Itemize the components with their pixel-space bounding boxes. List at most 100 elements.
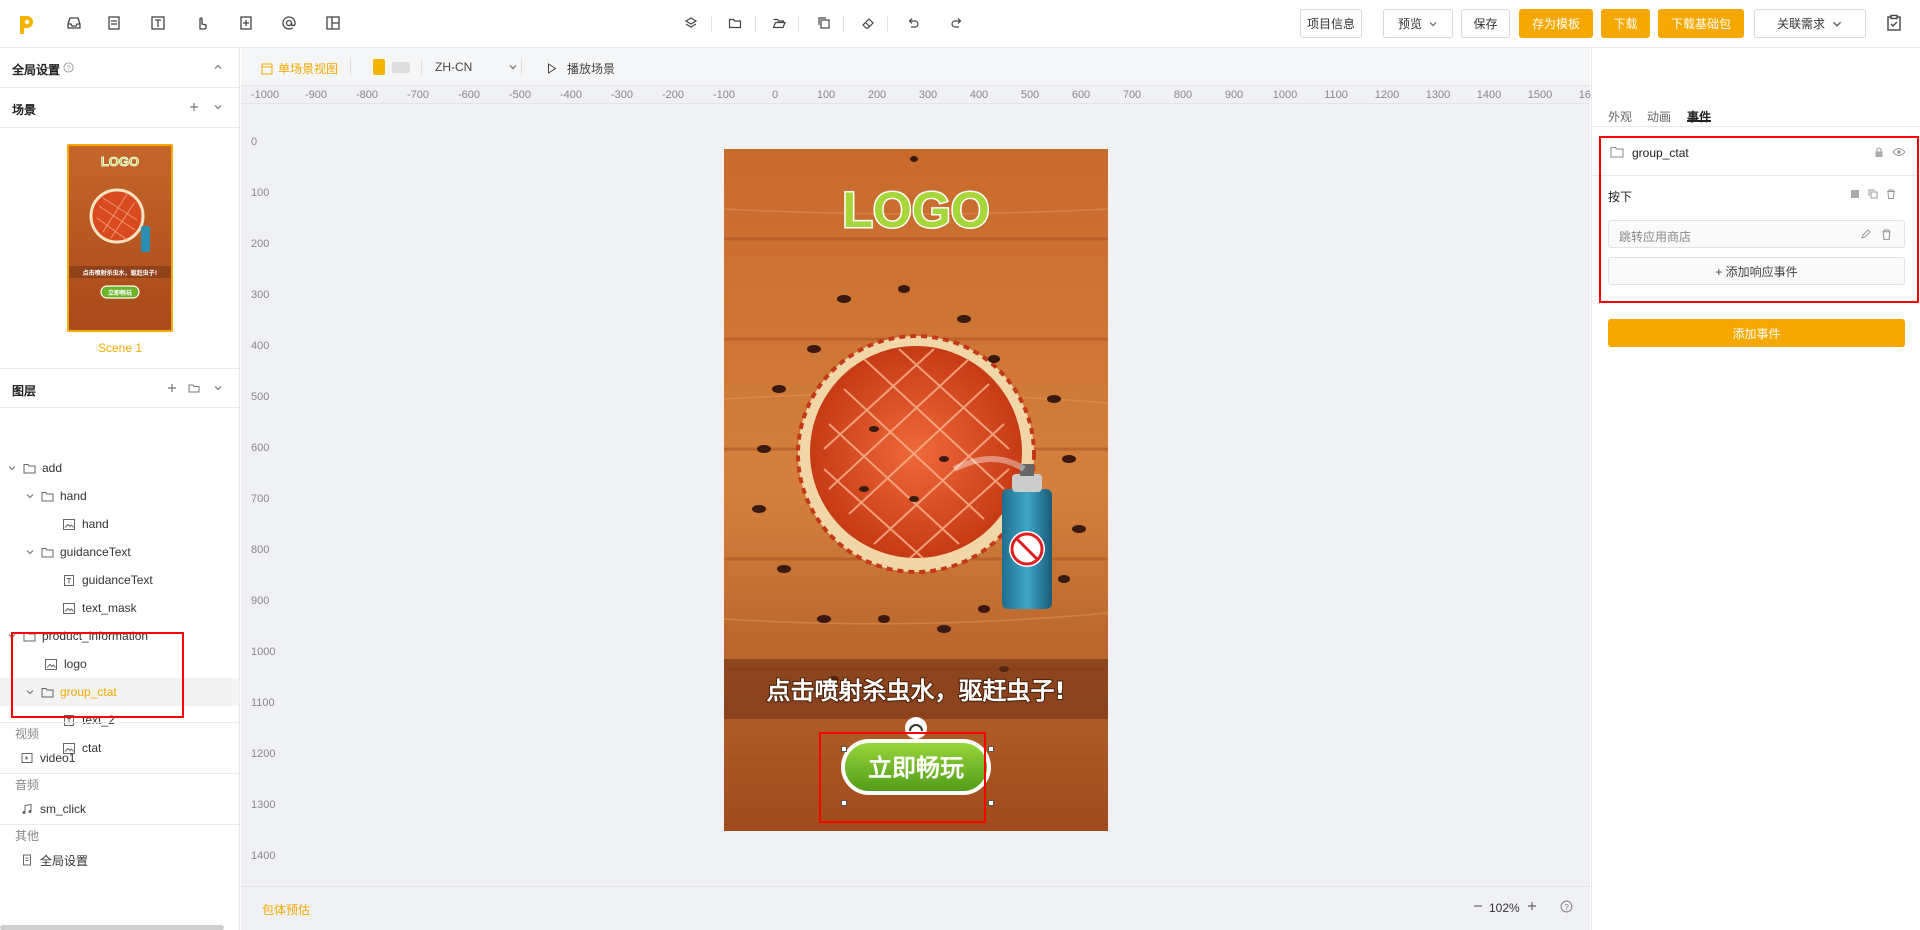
resize-handle[interactable] [988, 800, 994, 806]
color-swatch-primary[interactable] [373, 59, 385, 75]
chevron-down-icon[interactable] [24, 490, 36, 502]
global-settings-item[interactable]: 全局设置 [0, 846, 239, 874]
layer-item-label: hand [60, 489, 87, 503]
preview-dropdown[interactable]: 预览 [1383, 9, 1453, 38]
chevron-down-icon[interactable] [211, 100, 225, 114]
scenes-header: 场景 [0, 88, 239, 128]
ruler-tick-label: 100 [816, 89, 836, 101]
top-toolbar: 项目信息 预览 保存 存为模板 下载 下载基础包 关联需求 [0, 0, 1920, 48]
image-icon [62, 601, 76, 615]
save-button[interactable]: 保存 [1461, 9, 1510, 38]
layer-item[interactable]: hand [0, 510, 239, 538]
scene-thumbnail[interactable]: LOGO 点击喷射杀虫水，驱赶虫子! 立即畅玩 [67, 144, 173, 332]
ad-preview-canvas[interactable]: LOGO 点击喷射杀虫水，驱赶虫子! 立即畅玩 [724, 149, 1108, 831]
ruler-tick-label: 1400 [251, 850, 276, 862]
canvas-status-bar: 包体预估 102% ? [241, 886, 1590, 930]
eraser-icon[interactable] [859, 14, 877, 32]
zoom-out-icon[interactable] [1470, 898, 1486, 914]
preview-label: 预览 [1397, 17, 1422, 31]
add-layer-icon[interactable] [165, 381, 179, 395]
tab-events[interactable]: 事件 [1687, 108, 1711, 125]
folder-open-icon[interactable] [770, 14, 788, 32]
color-swatch-secondary[interactable] [392, 62, 410, 73]
layers-header: 图层 [0, 368, 239, 408]
save-as-template-label: 存为模板 [1531, 17, 1580, 31]
folder-icon [22, 461, 36, 475]
checklist-icon[interactable] [1883, 12, 1905, 34]
play-scene-button[interactable]: 播放场景 [547, 60, 615, 77]
ruler-tick-label: 1200 [251, 748, 276, 760]
layers-title: 图层 [12, 384, 37, 398]
layer-item[interactable]: guidanceText [0, 538, 239, 566]
resize-handle[interactable] [988, 746, 994, 752]
download-label: 下载 [1613, 17, 1638, 31]
related-requirements-dropdown[interactable]: 关联需求 [1754, 9, 1866, 38]
ruler-tick-label: 200 [251, 238, 270, 250]
copy-icon[interactable] [815, 14, 833, 32]
add-event-button[interactable]: 添加事件 [1608, 319, 1905, 347]
download-base-package-button[interactable]: 下载基础包 [1658, 9, 1744, 38]
toolbar-divider [798, 16, 799, 32]
audio-item[interactable]: sm_click [0, 795, 239, 823]
chevron-down-icon[interactable] [6, 462, 18, 474]
chevron-up-icon[interactable] [211, 60, 225, 74]
divider [521, 59, 522, 75]
horizontal-ruler: -1000 -900 -800 -700 -600 -500 -400 -300 -200 -10… [241, 86, 1603, 104]
audio-item-label: sm_click [40, 802, 87, 816]
package-estimate-link[interactable]: 包体预估 [262, 901, 310, 918]
at-icon[interactable] [279, 13, 299, 33]
ruler-tick-label: 1300 [1425, 89, 1451, 101]
new-folder-icon[interactable] [187, 381, 201, 395]
ruler-tick-label: 1100 [251, 697, 275, 709]
chevron-down-icon [509, 65, 517, 70]
touch-icon[interactable] [192, 13, 212, 33]
form-icon[interactable] [104, 13, 124, 33]
app-logo-icon[interactable] [17, 12, 37, 36]
help-icon[interactable]: ? [61, 60, 75, 74]
scene-name-label[interactable]: Scene 1 [0, 341, 239, 355]
single-scene-view-toggle[interactable]: 单场景视图 [261, 60, 338, 77]
save-as-template-button[interactable]: 存为模板 [1519, 9, 1593, 38]
layer-item[interactable]: add [0, 454, 239, 482]
folder-icon [40, 489, 54, 503]
inbox-icon[interactable] [64, 13, 84, 33]
scenes-title: 场景 [12, 103, 37, 117]
toolbar-divider [887, 16, 888, 32]
divider [421, 59, 422, 75]
layers-icon[interactable] [682, 14, 700, 32]
chevron-down-icon[interactable] [211, 381, 225, 395]
download-button[interactable]: 下载 [1601, 9, 1650, 38]
folder-icon[interactable] [726, 14, 744, 32]
ruler-tick-label: -1000 [250, 89, 280, 101]
chevron-down-icon[interactable] [24, 546, 36, 558]
video-item[interactable]: video1 [0, 744, 239, 772]
ruler-tick-label: 400 [251, 340, 270, 352]
add-file-icon[interactable] [236, 13, 256, 33]
layer-item[interactable]: text_mask [0, 594, 239, 622]
horizontal-scrollbar[interactable] [0, 925, 224, 930]
add-scene-icon[interactable] [187, 100, 201, 114]
save-label: 保存 [1473, 17, 1498, 31]
ruler-tick-label: 200 [867, 89, 887, 101]
ruler-tick-label: 0 [251, 136, 258, 148]
ad-slogan-text: 点击喷射杀虫水，驱赶虫子! [767, 677, 1066, 705]
add-event-label: 添加事件 [1732, 326, 1781, 341]
layer-item[interactable]: guidanceText [0, 566, 239, 594]
undo-icon[interactable] [904, 14, 922, 32]
redo-icon[interactable] [948, 14, 966, 32]
layer-item[interactable]: hand [0, 482, 239, 510]
svg-text:?: ? [1564, 901, 1569, 911]
text-tool-icon[interactable] [148, 13, 168, 33]
tab-animation[interactable]: 动画 [1647, 108, 1671, 125]
tab-appearance[interactable]: 外观 [1608, 108, 1632, 125]
toolbar-divider [755, 16, 756, 32]
ruler-tick-label: 100 [251, 187, 270, 199]
ruler-tick-label: 300 [918, 89, 938, 101]
help-icon[interactable]: ? [1558, 898, 1574, 914]
global-settings-header[interactable]: 全局设置 ? [0, 48, 239, 88]
zoom-in-icon[interactable] [1524, 898, 1540, 914]
project-info-button[interactable]: 项目信息 [1300, 9, 1362, 38]
language-select[interactable]: ZH-CN [435, 60, 518, 74]
layout-icon[interactable] [323, 13, 343, 33]
event-highlight-box [1599, 136, 1919, 303]
